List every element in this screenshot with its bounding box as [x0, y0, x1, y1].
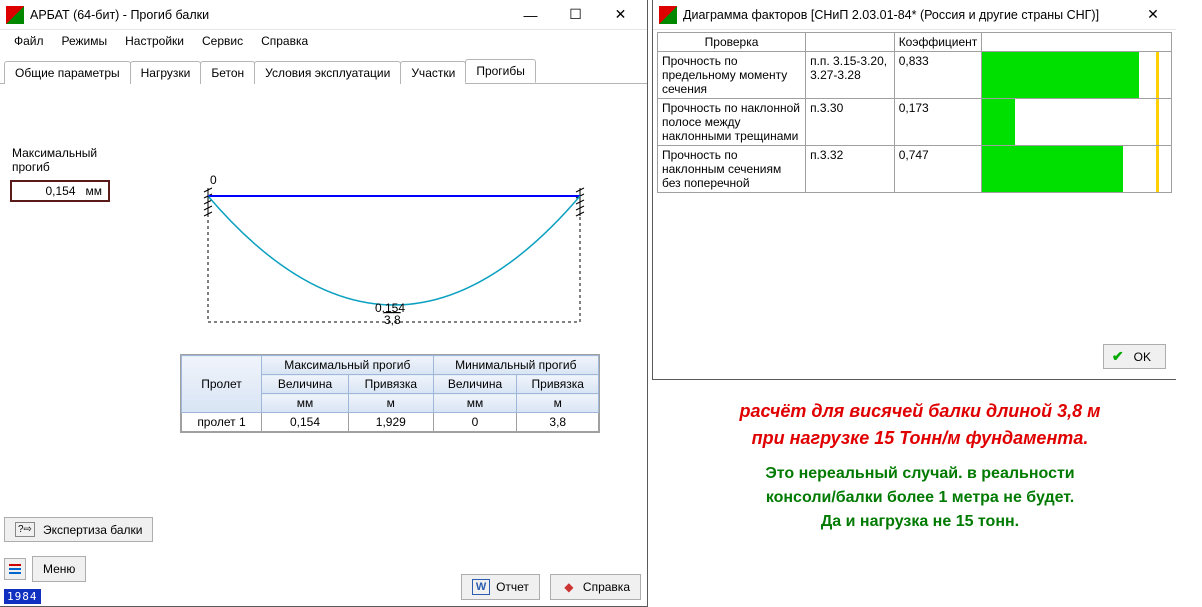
unit-mm1: мм	[262, 394, 349, 413]
tab-loads[interactable]: Нагрузки	[130, 61, 202, 84]
row-label: пролет 1	[182, 413, 262, 432]
app-icon	[6, 6, 24, 24]
menu-service[interactable]: Сервис	[194, 32, 251, 50]
check-text: Прочность по предельному моменту сечения	[658, 52, 806, 99]
col-max-bind: Привязка	[349, 375, 434, 394]
col-bar	[982, 33, 1172, 52]
word-icon: W	[472, 579, 490, 595]
tab-content: Максимальный прогиб 0,154 мм 0	[0, 84, 647, 606]
col-span: Пролет	[182, 356, 262, 413]
ref-text: п.3.32	[806, 146, 895, 193]
bar-cell	[982, 52, 1172, 99]
ok-button[interactable]: ✔ OK	[1103, 344, 1166, 369]
factors-table: Проверка Коэффициент Прочность по предел…	[657, 32, 1172, 193]
window-title: АРБАТ (64-бит) - Прогиб балки	[30, 8, 508, 22]
col-max-group: Максимальный прогиб	[262, 356, 434, 375]
col-min-bind: Привязка	[517, 375, 599, 394]
bar-cell	[982, 146, 1172, 193]
tab-general[interactable]: Общие параметры	[4, 61, 131, 84]
coef-text: 0,173	[894, 99, 982, 146]
menu-button[interactable]: Меню	[32, 556, 86, 582]
expertise-button[interactable]: ?⇨ Экспертиза балки	[4, 517, 153, 542]
book-icon: ◆	[561, 579, 577, 595]
table-row[interactable]: Прочность по наклонным сечениям без попе…	[658, 146, 1172, 193]
annotation-text: расчёт для висячей балки длиной 3,8 м пр…	[660, 398, 1180, 534]
window-buttons: — ☐ ✕	[508, 1, 643, 29]
menu-modes[interactable]: Режимы	[54, 32, 116, 50]
col-check: Проверка	[658, 33, 806, 52]
maximize-button[interactable]: ☐	[553, 1, 598, 29]
coef-text: 0,747	[894, 146, 982, 193]
coef-text: 0,833	[894, 52, 982, 99]
menu-dropdown-icon[interactable]	[4, 558, 26, 580]
col-ref	[806, 33, 895, 52]
max-deflection-value-box: 0,154 мм	[10, 180, 110, 202]
expertise-icon: ?⇨	[15, 522, 35, 537]
tab-concrete[interactable]: Бетон	[200, 61, 255, 84]
check-text: Прочность по наклонной полосе между накл…	[658, 99, 806, 146]
cell-min-bind: 3,8	[517, 413, 599, 432]
tab-conditions[interactable]: Условия эксплуатации	[254, 61, 401, 84]
unit-m1: м	[349, 394, 434, 413]
titlebar: АРБАТ (64-бит) - Прогиб балки — ☐ ✕	[0, 0, 647, 30]
ref-text: п.3.30	[806, 99, 895, 146]
cell-max-val: 0,154	[262, 413, 349, 432]
check-text: Прочность по наклонным сечениям без попе…	[658, 146, 806, 193]
menu-help[interactable]: Справка	[253, 32, 316, 50]
max-deflection-value: 0,154	[18, 184, 86, 198]
col-max-val: Величина	[262, 375, 349, 394]
factors-title: Диаграмма факторов [СНиП 2.03.01-84* (Ро…	[683, 8, 1134, 22]
chart-zero-label: 0	[210, 174, 217, 187]
col-coef: Коэффициент	[894, 33, 982, 52]
max-deflection-label: Максимальный прогиб	[12, 146, 637, 174]
menu-file[interactable]: Файл	[6, 32, 52, 50]
check-icon: ✔	[1112, 348, 1124, 365]
close-button[interactable]: ✕	[1134, 1, 1172, 29]
minimize-button[interactable]: —	[508, 1, 553, 29]
factors-titlebar: Диаграмма факторов [СНиП 2.03.01-84* (Ро…	[653, 0, 1176, 30]
main-window: АРБАТ (64-бит) - Прогиб балки — ☐ ✕ Файл…	[0, 0, 648, 607]
chart-span-value: 3,8	[384, 313, 401, 327]
deflection-table: Пролет Максимальный прогиб Минимальный п…	[180, 354, 600, 433]
bar-cell	[982, 99, 1172, 146]
max-deflection-unit: мм	[86, 184, 103, 198]
menu-settings[interactable]: Настройки	[117, 32, 192, 50]
col-min-val: Величина	[433, 375, 517, 394]
deflection-chart: 0 0,154	[180, 174, 600, 334]
table-row[interactable]: Прочность по предельному моменту сечения…	[658, 52, 1172, 99]
deflection-curve	[208, 196, 580, 305]
tabstrip: Общие параметры Нагрузки Бетон Условия э…	[0, 58, 647, 84]
table-row[interactable]: Прочность по наклонной полосе между накл…	[658, 99, 1172, 146]
unit-m2: м	[517, 394, 599, 413]
menubar: Файл Режимы Настройки Сервис Справка	[0, 30, 647, 52]
table-row[interactable]: пролет 1 0,154 1,929 0 3,8	[182, 413, 599, 432]
unit-mm2: мм	[433, 394, 517, 413]
report-button[interactable]: W Отчет	[461, 574, 540, 600]
factors-window: Диаграмма факторов [СНиП 2.03.01-84* (Ро…	[652, 0, 1176, 380]
tab-sections[interactable]: Участки	[400, 61, 466, 84]
col-min-group: Минимальный прогиб	[433, 356, 598, 375]
app-icon	[659, 6, 677, 24]
help-button[interactable]: ◆ Справка	[550, 574, 641, 600]
tab-deflections[interactable]: Прогибы	[465, 59, 536, 83]
year-badge: 1984	[4, 589, 41, 604]
cell-min-val: 0	[433, 413, 517, 432]
ref-text: п.п. 3.15-3.20, 3.27-3.28	[806, 52, 895, 99]
cell-max-bind: 1,929	[349, 413, 434, 432]
close-button[interactable]: ✕	[598, 1, 643, 29]
